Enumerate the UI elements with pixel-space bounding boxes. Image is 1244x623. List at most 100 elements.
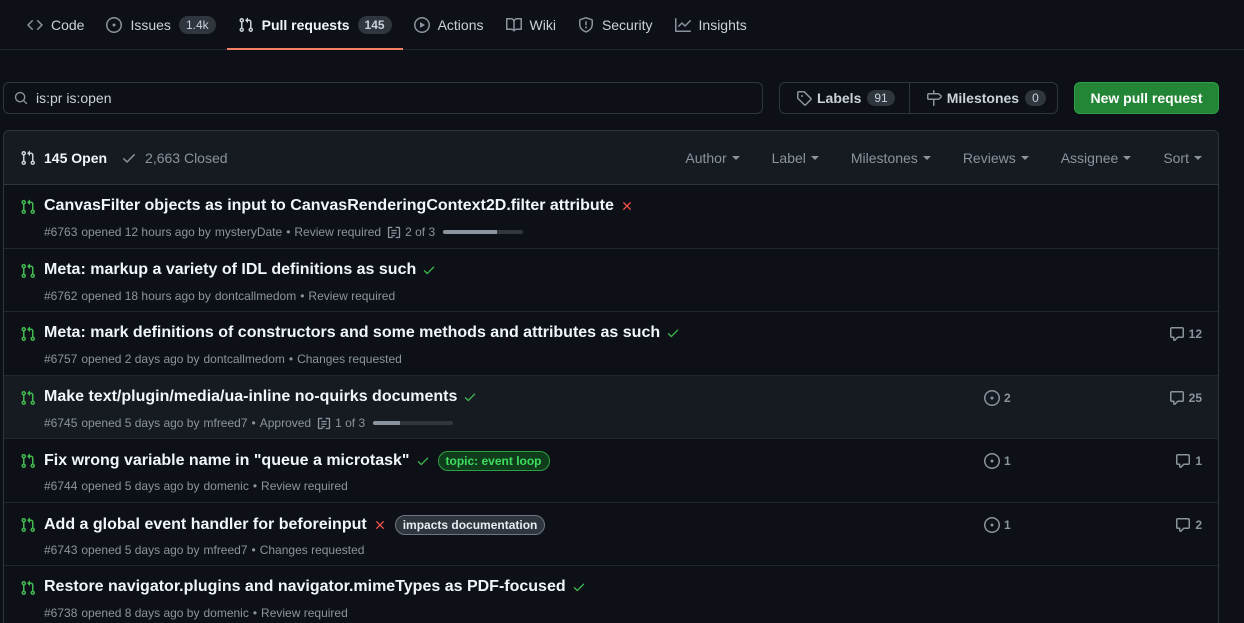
- pull-request-row[interactable]: Fix wrong variable name in "queue a micr…: [4, 439, 1218, 503]
- separator-dot: •: [251, 415, 256, 430]
- filter-label: Sort: [1163, 150, 1189, 166]
- linked-issues[interactable]: 1: [984, 516, 1011, 533]
- pull-request-row[interactable]: Make text/plugin/media/ua-inline no-quir…: [4, 375, 1218, 439]
- author-link[interactable]: dontcallmedom: [203, 352, 284, 366]
- pull-request-title-link[interactable]: Fix wrong variable name in "queue a micr…: [44, 452, 410, 470]
- check-icon: [121, 150, 145, 166]
- filter-sort[interactable]: Sort: [1163, 150, 1202, 166]
- linked-issues[interactable]: 2: [984, 389, 1011, 406]
- pull-request-rows: CanvasFilter objects as input to CanvasR…: [4, 185, 1218, 623]
- issue-label[interactable]: impacts documentation: [394, 514, 546, 535]
- search-input[interactable]: [36, 90, 736, 106]
- pull-request-row[interactable]: CanvasFilter objects as input to CanvasR…: [4, 185, 1218, 249]
- filter-milestones[interactable]: Milestones: [851, 150, 931, 166]
- separator-dot: •: [251, 542, 256, 557]
- repo-nav: Code Issues 1.4k Pull requests 145 Actions Wik…: [0, 0, 1244, 50]
- check-icon[interactable]: [572, 580, 586, 594]
- check-icon[interactable]: [422, 263, 436, 277]
- tab-pull-requests[interactable]: Pull requests 145: [226, 0, 403, 50]
- x-icon[interactable]: [373, 518, 387, 532]
- pull-request-title-link[interactable]: CanvasFilter objects as input to CanvasR…: [44, 197, 614, 215]
- graph-icon: [674, 17, 691, 33]
- issue-label[interactable]: topic: event loop: [437, 451, 550, 471]
- tab-code[interactable]: Code: [16, 0, 95, 50]
- git-pull-request-icon: [20, 517, 36, 533]
- review-status[interactable]: Review required: [261, 606, 348, 620]
- milestones-button[interactable]: Milestones 0: [908, 83, 1060, 113]
- pull-request-number: #6745: [44, 415, 78, 430]
- linked-issues-count: 1: [1004, 454, 1011, 468]
- caret-down-icon: [922, 156, 931, 160]
- tab-count: 145: [357, 16, 392, 34]
- open-filter[interactable]: 145 Open: [20, 150, 107, 166]
- git-pull-request-icon: [20, 390, 36, 406]
- git-pull-request-icon: [238, 17, 254, 33]
- filter-label[interactable]: Label: [772, 150, 819, 166]
- check-icon[interactable]: [463, 390, 477, 404]
- author-link[interactable]: domenic: [203, 479, 248, 493]
- pull-request-row[interactable]: Restore navigator.plugins and navigator.…: [4, 566, 1218, 623]
- labels-count: 91: [867, 90, 895, 106]
- shield-icon: [578, 17, 594, 33]
- pull-request-title-link[interactable]: Restore navigator.plugins and navigator.…: [44, 578, 566, 596]
- tab-issues[interactable]: Issues 1.4k: [95, 0, 226, 50]
- task-progress-bar: [373, 420, 454, 425]
- author-link[interactable]: domenic: [203, 606, 248, 620]
- milestones-count: 0: [1025, 90, 1046, 106]
- closed-filter[interactable]: 2,663 Closed: [121, 150, 228, 166]
- open-count-label: 145 Open: [44, 149, 108, 166]
- title-line: Restore navigator.plugins and navigator.…: [44, 578, 586, 596]
- pull-request-title-link[interactable]: Meta: mark definitions of constructors a…: [44, 324, 660, 342]
- git-pull-request-icon: [20, 453, 36, 469]
- filter-reviews[interactable]: Reviews: [963, 150, 1029, 166]
- tab-actions[interactable]: Actions: [403, 0, 495, 50]
- comments-link[interactable]: 1: [1175, 453, 1202, 469]
- pull-request-row[interactable]: Add a global event handler for beforeinp…: [4, 503, 1218, 566]
- review-status[interactable]: Review required: [308, 289, 395, 303]
- linked-issues[interactable]: 1: [984, 453, 1011, 469]
- linked-issues-count: 1: [1004, 517, 1011, 532]
- labels-button[interactable]: Labels 91: [780, 83, 909, 113]
- task-progress[interactable]: 1 of 3: [317, 415, 454, 430]
- author-link[interactable]: mfreed7: [203, 543, 247, 557]
- tab-security[interactable]: Security: [567, 0, 664, 50]
- opened-text: opened 5 days ago by: [81, 542, 200, 557]
- pull-request-number: #6738: [44, 606, 78, 620]
- git-pull-request-icon: [20, 326, 36, 342]
- caret-down-icon: [1123, 156, 1132, 160]
- pull-request-title-link[interactable]: Meta: markup a variety of IDL definition…: [44, 261, 416, 279]
- pull-request-row[interactable]: Meta: mark definitions of constructors a…: [4, 312, 1218, 376]
- pull-request-title-link[interactable]: Make text/plugin/media/ua-inline no-quir…: [44, 388, 457, 406]
- comments-link[interactable]: 2: [1175, 517, 1202, 533]
- tab-insights[interactable]: Insights: [664, 0, 758, 50]
- pull-request-meta: #6762 opened 18 hours ago by dontcallmedom…: [44, 289, 395, 303]
- comment-icon: [1175, 453, 1195, 469]
- task-progress[interactable]: 2 of 3: [387, 225, 524, 239]
- filter-author[interactable]: Author: [685, 150, 740, 166]
- pull-request-number: #6762: [44, 288, 78, 303]
- comments-link[interactable]: 12: [1169, 326, 1202, 342]
- author-link[interactable]: mfreed7: [203, 416, 247, 430]
- review-status[interactable]: Changes requested: [260, 543, 365, 557]
- check-icon[interactable]: [416, 454, 430, 468]
- task-count: 1 of 3: [335, 415, 366, 430]
- pull-request-meta: #6743 opened 5 days ago by mfreed7 • Changes…: [44, 543, 364, 557]
- pull-request-title-link[interactable]: Add a global event handler for beforeinp…: [44, 516, 367, 534]
- tab-wiki[interactable]: Wiki: [495, 0, 567, 50]
- review-status[interactable]: Changes requested: [297, 352, 402, 366]
- filter-assignee[interactable]: Assignee: [1061, 150, 1132, 166]
- review-status[interactable]: Review required: [261, 479, 348, 493]
- comments-link[interactable]: 25: [1169, 390, 1202, 406]
- new-pull-request-button[interactable]: New pull request: [1074, 82, 1219, 114]
- labels-button-label: Labels: [817, 90, 862, 106]
- search-box[interactable]: [3, 82, 763, 114]
- pull-request-number: #6743: [44, 542, 78, 557]
- review-status[interactable]: Review required: [294, 225, 381, 239]
- pull-request-meta: #6757 opened 2 days ago by dontcallmedom • C…: [44, 352, 402, 366]
- x-icon[interactable]: [620, 199, 634, 213]
- author-link[interactable]: dontcallmedom: [215, 289, 296, 303]
- author-link[interactable]: mysteryDate: [215, 225, 282, 239]
- pull-request-row[interactable]: Meta: markup a variety of IDL definition…: [4, 249, 1218, 312]
- review-status[interactable]: Approved: [260, 416, 311, 430]
- check-icon[interactable]: [666, 326, 680, 340]
